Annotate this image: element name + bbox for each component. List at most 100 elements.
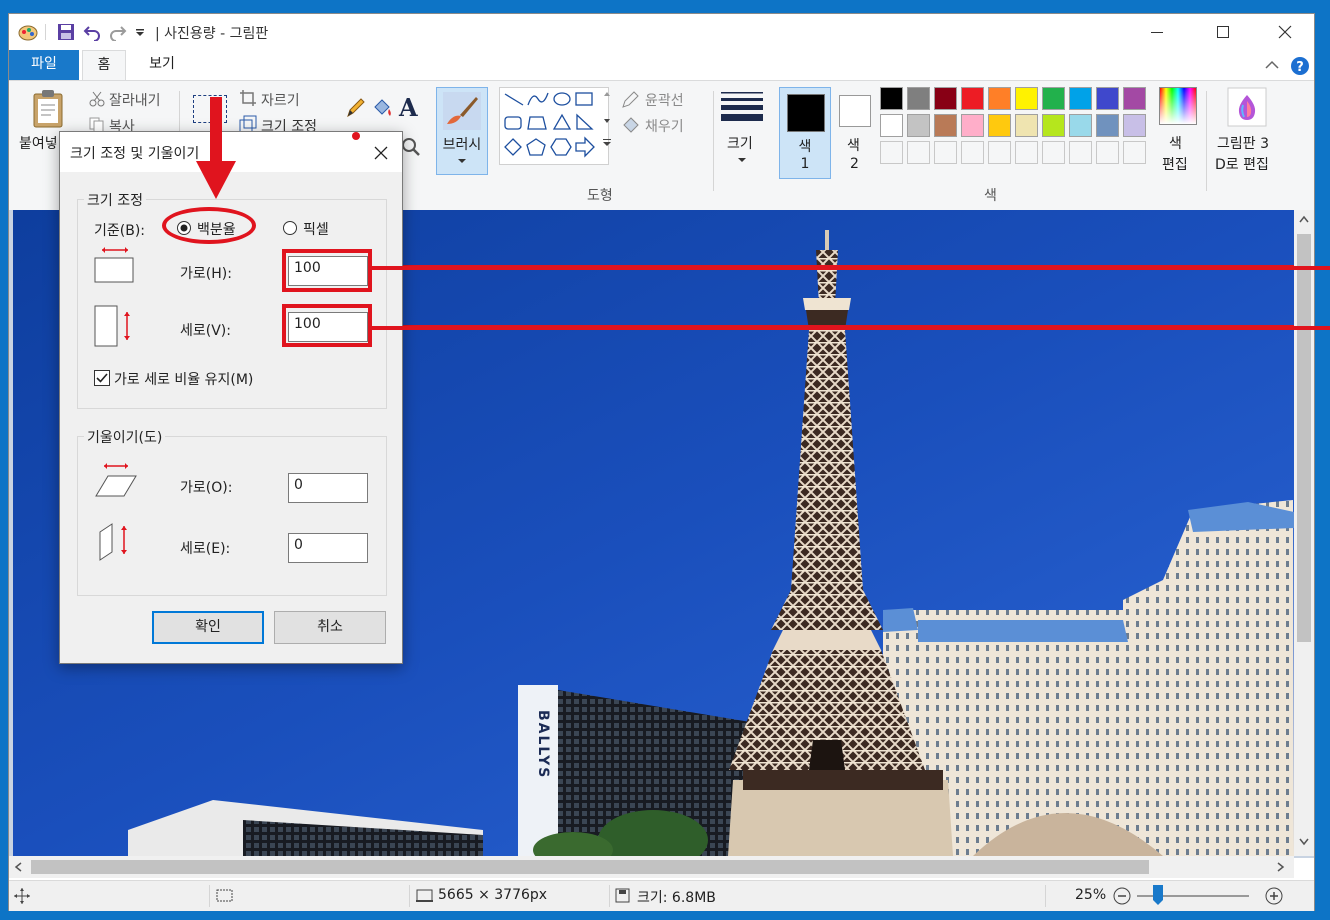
magnifier-icon[interactable]: [401, 137, 421, 157]
palette-color-swatch[interactable]: [880, 114, 903, 137]
palette-custom-slot[interactable]: [1123, 141, 1146, 164]
cursor-position-icon: [14, 888, 30, 904]
paste-button[interactable]: 붙여넣: [19, 133, 58, 153]
zoom-slider-thumb[interactable]: [1153, 885, 1163, 905]
quick-access-dropdown-icon[interactable]: [135, 28, 145, 38]
size-button[interactable]: 크기: [727, 133, 753, 153]
fill-button[interactable]: 채우기: [645, 116, 684, 136]
palette-color-swatch[interactable]: [988, 87, 1011, 110]
svg-text:?: ?: [1296, 60, 1304, 75]
redo-icon[interactable]: [109, 23, 127, 41]
undo-icon[interactable]: [83, 23, 101, 41]
pixel-radio[interactable]: [282, 220, 298, 236]
palette-custom-slot[interactable]: [1069, 141, 1092, 164]
shapes-scroll-icon[interactable]: [601, 91, 613, 151]
brush-tool[interactable]: 브러시: [436, 87, 488, 175]
skew-vertical-label: 세로(E):: [180, 541, 231, 557]
cut-button[interactable]: 잘라내기: [109, 90, 161, 110]
palette-custom-slot[interactable]: [1096, 141, 1119, 164]
keep-ratio-checkbox[interactable]: [94, 370, 110, 386]
palette-color-swatch[interactable]: [1015, 87, 1038, 110]
tab-file[interactable]: 파일: [9, 50, 79, 80]
skew-vertical-input[interactable]: 0: [288, 533, 368, 563]
size-dropdown-icon: [738, 158, 746, 162]
palette-color-swatch[interactable]: [1123, 114, 1146, 137]
zoom-out-icon[interactable]: [1113, 887, 1131, 905]
palette-custom-slot[interactable]: [907, 141, 930, 164]
dialog-close-icon[interactable]: [374, 146, 388, 160]
help-icon[interactable]: ?: [1290, 56, 1310, 76]
shapes-icon: [504, 92, 595, 158]
outline-button[interactable]: 윤곽선: [645, 90, 684, 110]
palette-color-swatch[interactable]: [934, 87, 957, 110]
palette-color-swatch[interactable]: [1069, 114, 1092, 137]
tab-view[interactable]: 보기: [137, 50, 187, 80]
horizontal-scroll-thumb[interactable]: [31, 860, 1149, 874]
palette-color-swatch[interactable]: [1096, 114, 1119, 137]
brush-dropdown-icon: [458, 159, 466, 163]
palette-custom-slot[interactable]: [988, 141, 1011, 164]
color2-label: 색: [847, 138, 860, 154]
vertical-scroll-thumb[interactable]: [1297, 234, 1311, 642]
palette-color-swatch[interactable]: [988, 114, 1011, 137]
annotation-dot-icon: [352, 132, 360, 140]
palette-color-swatch[interactable]: [1015, 114, 1038, 137]
scissors-icon: [89, 91, 105, 107]
zoom-in-icon[interactable]: [1265, 887, 1283, 905]
palette-color-swatch[interactable]: [961, 114, 984, 137]
dialog-title: 크기 조정 및 기울이기: [70, 146, 200, 162]
crop-button[interactable]: 자르기: [261, 90, 300, 110]
vertical-resize-icon: [94, 305, 130, 347]
fill-bucket-icon[interactable]: [371, 97, 393, 119]
basis-label: 기준(B):: [94, 223, 146, 239]
close-icon[interactable]: [1277, 24, 1293, 40]
palette-color-swatch[interactable]: [961, 87, 984, 110]
paint3d-label-1[interactable]: 그림판 3: [1217, 133, 1269, 153]
color2-swatch[interactable]: [839, 95, 871, 127]
shapes-gallery[interactable]: [499, 87, 609, 165]
color2-number: 2: [850, 156, 859, 172]
palette-color-swatch[interactable]: [1096, 87, 1119, 110]
minimize-icon[interactable]: [1149, 24, 1165, 40]
palette-color-swatch[interactable]: [907, 87, 930, 110]
pencil-icon[interactable]: [345, 97, 365, 119]
paint3d-label-2[interactable]: D로 편집: [1215, 154, 1269, 174]
maximize-icon[interactable]: [1215, 24, 1231, 40]
palette-custom-slot[interactable]: [880, 141, 903, 164]
palette-color-swatch[interactable]: [907, 114, 930, 137]
annotation-arrow-icon: [196, 97, 236, 199]
pixel-label[interactable]: 픽셀: [303, 219, 329, 239]
palette-color-swatch[interactable]: [1042, 87, 1065, 110]
skew-horizontal-input[interactable]: 0: [288, 473, 368, 503]
palette-custom-slot[interactable]: [1042, 141, 1065, 164]
vertical-scrollbar[interactable]: [1294, 210, 1314, 856]
cancel-button[interactable]: 취소: [274, 611, 386, 644]
palette-color-swatch[interactable]: [1069, 87, 1092, 110]
palette-custom-slot[interactable]: [961, 141, 984, 164]
scroll-down-icon[interactable]: [1299, 838, 1309, 846]
horizontal-resize-icon: [94, 247, 134, 283]
save-icon[interactable]: [57, 23, 75, 41]
edit-colors-label-2: 편집: [1162, 157, 1188, 173]
scroll-up-icon[interactable]: [1299, 215, 1309, 223]
ok-button[interactable]: 확인: [152, 611, 264, 644]
collapse-ribbon-icon[interactable]: [1265, 59, 1279, 71]
clipboard-icon[interactable]: [31, 89, 65, 129]
palette-custom-slot[interactable]: [934, 141, 957, 164]
keep-ratio-label[interactable]: 가로 세로 비율 유지(M): [114, 369, 253, 389]
edit-colors-icon[interactable]: [1159, 87, 1197, 125]
palette-color-swatch[interactable]: [1042, 114, 1065, 137]
tab-home[interactable]: 홈: [82, 50, 126, 80]
paint3d-icon[interactable]: [1227, 87, 1267, 127]
palette-color-swatch[interactable]: [1123, 87, 1146, 110]
palette-color-swatch[interactable]: [880, 87, 903, 110]
horizontal-scrollbar[interactable]: [9, 856, 1294, 878]
brush-icon: [443, 92, 481, 130]
palette-color-swatch[interactable]: [934, 114, 957, 137]
line-size-icon[interactable]: [721, 91, 763, 123]
palette-custom-slot[interactable]: [1015, 141, 1038, 164]
scroll-right-icon[interactable]: [1277, 862, 1285, 872]
color1-selector[interactable]: 색 1: [779, 87, 831, 179]
text-tool-icon[interactable]: A: [399, 93, 418, 122]
scroll-left-icon[interactable]: [14, 862, 22, 872]
